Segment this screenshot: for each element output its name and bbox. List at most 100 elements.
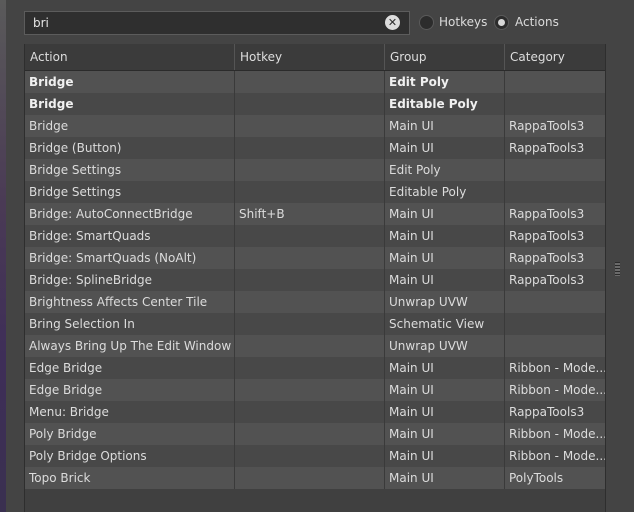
cell-hotkey — [235, 181, 385, 203]
table-row[interactable]: Bridge Editable Poly — [25, 93, 605, 115]
cell-action: Menu: Bridge — [25, 401, 235, 423]
search-input[interactable]: bri ✕ — [24, 11, 410, 35]
cell-hotkey — [235, 159, 385, 181]
cell-action: Bridge — [25, 93, 235, 115]
cell-action: Bridge: SplineBridge — [25, 269, 235, 291]
table-header: Action Hotkey Group Category — [25, 44, 605, 71]
table-row[interactable]: Bridge: AutoConnectBridge Shift+B Main UI R… — [25, 203, 605, 225]
cell-category — [505, 159, 605, 181]
table-row[interactable]: Bridge: SmartQuads (NoAlt) Main UI RappaTo… — [25, 247, 605, 269]
table-row[interactable]: Poly Bridge Main UI Ribbon - Mode... — [25, 423, 605, 445]
table-row[interactable]: Always Bring Up The Edit Window Unwrap UV… — [25, 335, 605, 357]
cell-hotkey — [235, 93, 385, 115]
cell-hotkey — [235, 467, 385, 489]
table-row[interactable]: Menu: Bridge Main UI RappaTools3 — [25, 401, 605, 423]
hotkeys-radio-label[interactable]: Hotkeys — [439, 15, 487, 29]
actions-radio[interactable] — [494, 15, 509, 30]
cell-action: Bridge: SmartQuads (NoAlt) — [25, 247, 235, 269]
cell-hotkey — [235, 137, 385, 159]
cell-group: Editable Poly — [385, 181, 505, 203]
table-row[interactable]: Bridge: SplineBridge Main UI RappaTools3 — [25, 269, 605, 291]
cell-group: Main UI — [385, 225, 505, 247]
hotkeys-radio[interactable] — [419, 15, 434, 30]
cell-group: Main UI — [385, 401, 505, 423]
cell-category: RappaTools3 — [509, 141, 585, 155]
cell-category — [505, 93, 605, 115]
column-header-group[interactable]: Group — [385, 44, 505, 70]
cell-hotkey — [235, 269, 385, 291]
clear-search-icon[interactable]: ✕ — [385, 15, 400, 30]
cell-action: Bridge — [25, 71, 235, 93]
cell-group: Main UI — [385, 357, 505, 379]
column-header-action[interactable]: Action — [25, 44, 235, 70]
actions-table: Action Hotkey Group Category Bridge Edit … — [24, 44, 606, 512]
cell-action: Bridge: AutoConnectBridge — [25, 203, 235, 225]
cell-group: Main UI — [385, 115, 505, 137]
cell-category: Ribbon - Mode... — [509, 427, 605, 441]
cell-category: RappaTools3 — [509, 251, 585, 265]
cell-group: Schematic View — [385, 313, 505, 335]
cell-group: Unwrap UVW — [385, 335, 505, 357]
cell-action: Bridge Settings — [25, 181, 235, 203]
table-row[interactable]: Bring Selection In Schematic View — [25, 313, 605, 335]
table-row[interactable]: Bridge Settings Editable Poly — [25, 181, 605, 203]
cell-group: Edit Poly — [385, 71, 505, 93]
search-input-value[interactable]: bri — [33, 16, 49, 30]
cell-group: Unwrap UVW — [385, 291, 505, 313]
cell-category — [505, 313, 605, 335]
cell-category: RappaTools3 — [509, 207, 585, 221]
table-row[interactable]: Bridge Main UI RappaTools3 — [25, 115, 605, 137]
column-header-category[interactable]: Category — [505, 44, 605, 70]
cell-action: Topo Brick — [25, 467, 235, 489]
cell-hotkey: Shift+B — [235, 203, 385, 225]
table-row[interactable]: Topo Brick Main UI PolyTools — [25, 467, 605, 489]
cell-group: Main UI — [385, 423, 505, 445]
table-row[interactable]: Bridge (Button) Main UI RappaTools3 — [25, 137, 605, 159]
cell-group: Editable Poly — [385, 93, 505, 115]
table-row[interactable]: Brightness Affects Center Tile Unwrap UVW — [25, 291, 605, 313]
cell-action: Bridge — [25, 115, 235, 137]
cell-hotkey — [235, 291, 385, 313]
cell-group: Edit Poly — [385, 159, 505, 181]
cell-category — [505, 71, 605, 93]
table-row[interactable]: Bridge Edit Poly — [25, 71, 605, 93]
cell-category: RappaTools3 — [509, 405, 585, 419]
cell-hotkey — [235, 379, 385, 401]
cell-hotkey — [235, 115, 385, 137]
cell-category — [505, 291, 605, 313]
cell-hotkey — [235, 445, 385, 467]
table-body: Bridge Edit Poly Bridge Editable Poly Bridge… — [25, 71, 605, 489]
cell-category — [505, 181, 605, 203]
column-header-hotkey[interactable]: Hotkey — [235, 44, 385, 70]
table-row[interactable]: Bridge Settings Edit Poly — [25, 159, 605, 181]
cell-group: Main UI — [385, 445, 505, 467]
table-row[interactable]: Poly Bridge Options Main UI Ribbon - Mode.… — [25, 445, 605, 467]
table-row[interactable]: Edge Bridge Main UI Ribbon - Mode... — [25, 379, 605, 401]
cell-action: Bridge: SmartQuads — [25, 225, 235, 247]
cell-category: Ribbon - Mode... — [509, 361, 605, 375]
cell-group: Main UI — [385, 203, 505, 225]
cell-group: Main UI — [385, 137, 505, 159]
cell-group: Main UI — [385, 379, 505, 401]
cell-action: Poly Bridge — [25, 423, 235, 445]
cell-category: PolyTools — [509, 471, 564, 485]
cell-hotkey — [235, 247, 385, 269]
cell-hotkey — [235, 71, 385, 93]
viewport-edge — [0, 0, 6, 512]
cell-category: Ribbon - Mode... — [509, 383, 605, 397]
cell-category: RappaTools3 — [509, 273, 585, 287]
cell-action: Edge Bridge — [25, 379, 235, 401]
cell-group: Main UI — [385, 269, 505, 291]
cell-hotkey — [235, 225, 385, 247]
cell-hotkey — [235, 313, 385, 335]
resize-grip[interactable] — [615, 262, 620, 276]
cell-action: Bridge (Button) — [25, 137, 235, 159]
cell-action: Brightness Affects Center Tile — [25, 291, 235, 313]
cell-action: Poly Bridge Options — [25, 445, 235, 467]
cell-category: Ribbon - Mode... — [509, 449, 605, 463]
cell-category: RappaTools3 — [509, 119, 585, 133]
table-row[interactable]: Bridge: SmartQuads Main UI RappaTools3 — [25, 225, 605, 247]
actions-radio-label[interactable]: Actions — [515, 15, 559, 29]
cell-group: Main UI — [385, 247, 505, 269]
table-row[interactable]: Edge Bridge Main UI Ribbon - Mode... — [25, 357, 605, 379]
